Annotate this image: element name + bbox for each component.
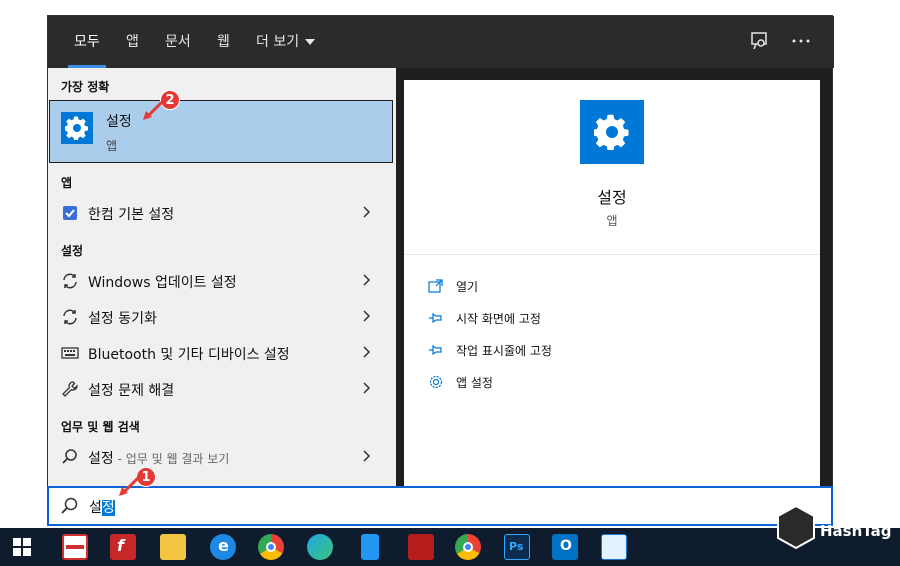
more-options-icon[interactable] [790, 30, 812, 52]
action-label: 열기 [456, 280, 479, 294]
open-icon [428, 279, 443, 293]
search-text-selected: 정 [101, 500, 115, 516]
internet-explorer-icon[interactable]: e [210, 534, 236, 560]
action-label: 작업 표시줄에 고정 [456, 344, 552, 358]
list-item-troubleshoot[interactable]: 설정 문제 해결 [48, 372, 396, 406]
divider [404, 254, 820, 255]
search-icon [61, 497, 78, 514]
hancom-taskbar-icon[interactable] [62, 534, 88, 560]
hashtag-watermark: HashTag [776, 500, 892, 552]
hancom-settings-icon [63, 206, 77, 220]
list-item-web-search[interactable]: 설정 - 업무 및 웹 결과 보기 [48, 440, 396, 474]
search-scope-tabs: 모두 앱 문서 웹 더 보기 [48, 16, 834, 68]
settings-header: 설정 [61, 244, 84, 258]
web-search-term: 설정 [88, 451, 114, 467]
settings-app-icon [61, 112, 93, 144]
sync-icon [63, 309, 77, 325]
list-item-label: 설정 동기화 [88, 311, 157, 327]
web-search-header: 업무 및 웹 검색 [61, 420, 140, 434]
chevron-right-icon[interactable] [360, 345, 374, 359]
best-match-title: 설정 [106, 114, 132, 130]
annotation-arrow [143, 100, 164, 120]
sync-icon [63, 273, 77, 289]
preview-title: 설정 [597, 188, 627, 207]
list-item-windows-update[interactable]: Windows 업데이트 설정 [48, 264, 396, 298]
search-icon [62, 449, 77, 464]
search-box[interactable]: 설정 [47, 486, 833, 526]
list-item-label: 설정 문제 해결 [88, 383, 175, 399]
chevron-right-icon[interactable] [360, 449, 374, 463]
search-text: 설 [89, 500, 102, 516]
web-search-label: 설정 - 업무 및 웹 결과 보기 [88, 448, 229, 468]
action-label: 시작 화면에 고정 [456, 312, 541, 326]
action-label: 앱 설정 [456, 376, 493, 390]
search-input[interactable]: 설정 [89, 497, 115, 517]
outlook-icon[interactable]: O [552, 534, 578, 560]
photoshop-icon[interactable]: Ps [504, 534, 530, 560]
settings-app-icon [580, 100, 644, 164]
list-item-label: Bluetooth 및 기타 디바이스 설정 [88, 347, 290, 363]
best-match-header: 가장 정확 [61, 80, 110, 94]
flash-taskbar-icon[interactable]: f [110, 534, 136, 560]
pin-icon [429, 344, 442, 356]
watermark-text: HashTag [820, 522, 892, 540]
tab-documents[interactable]: 문서 [165, 16, 191, 68]
list-item-label: 한컴 기본 설정 [88, 207, 175, 223]
preview-pane: 설정 앱 열기 시작 화면에 고정 작업 표시줄에 고정 앱 설정 [404, 80, 820, 488]
chevron-right-icon[interactable] [360, 205, 374, 219]
editor-icon[interactable] [601, 534, 627, 560]
tab-more[interactable]: 더 보기 [256, 16, 316, 68]
gear-icon [429, 375, 443, 389]
list-item-hancom[interactable]: 한컴 기본 설정 [48, 196, 396, 230]
tab-all[interactable]: 모두 [68, 16, 106, 68]
preview-subtitle: 앱 [606, 214, 618, 228]
taskbar: f e Ps O [0, 528, 900, 566]
chevron-right-icon[interactable] [360, 273, 374, 287]
windows-start-icon[interactable] [13, 538, 31, 556]
list-item-sync-settings[interactable]: 설정 동기화 [48, 300, 396, 334]
best-match-item[interactable]: 설정 앱 [49, 100, 393, 163]
chevron-right-icon[interactable] [360, 309, 374, 323]
chrome-icon[interactable] [258, 534, 284, 560]
best-match-subtitle: 앱 [106, 139, 118, 153]
list-item-bluetooth[interactable]: Bluetooth 및 기타 디바이스 설정 [48, 336, 396, 370]
app-icon[interactable] [408, 534, 434, 560]
pin-icon [429, 312, 442, 324]
wrench-icon [62, 381, 78, 397]
phone-app-icon[interactable] [361, 534, 379, 560]
apps-header: 앱 [61, 176, 73, 190]
tab-web[interactable]: 웹 [217, 16, 230, 68]
tab-more-label: 더 보기 [256, 34, 300, 50]
file-explorer-icon[interactable] [160, 534, 186, 560]
annotation-arrow [119, 476, 140, 496]
chevron-down-icon [305, 39, 316, 45]
keyboard-icon [61, 347, 79, 359]
tab-apps[interactable]: 앱 [126, 16, 139, 68]
hashtag-logo [777, 504, 815, 550]
chevron-right-icon[interactable] [360, 381, 374, 395]
edge-icon[interactable] [307, 534, 333, 560]
results-list: 가장 정확 설정 앱 앱 한컴 기본 설정 설정 Windows 업데이트 설정… [48, 68, 396, 488]
chrome-profile-icon[interactable] [455, 534, 481, 560]
list-item-label: Windows 업데이트 설정 [88, 275, 237, 291]
web-search-suffix: - 업무 및 웹 결과 보기 [113, 452, 230, 466]
feedback-icon[interactable] [748, 30, 770, 52]
